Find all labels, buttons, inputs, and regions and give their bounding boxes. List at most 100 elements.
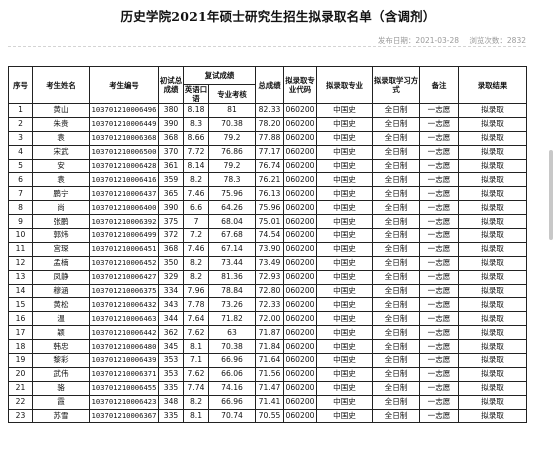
row-initial-score: 329 <box>158 269 184 285</box>
row-english-oral: 7.72 <box>183 144 209 160</box>
row-result: 拟录取 <box>458 408 528 424</box>
row-study-mode: 全日制 <box>372 172 421 188</box>
row-seq: 4 <box>8 144 33 160</box>
row-major-exam: 66.06 <box>207 366 257 382</box>
table-row: 5 安 103701210006428 361 8.14 79.2 76.74 060200 中… <box>8 158 528 174</box>
row-major: 中国史 <box>316 158 374 174</box>
row-study-mode: 全日制 <box>372 255 421 271</box>
row-total: 71.56 <box>255 366 285 382</box>
row-name: 黎彩 <box>32 353 90 368</box>
row-name: 袁 <box>32 172 90 188</box>
row-english-oral: 8.2 <box>183 269 209 285</box>
row-major: 中国史 <box>316 408 374 424</box>
row-seq: 2 <box>8 116 33 132</box>
row-name: 骆 <box>32 380 90 396</box>
row-english-oral: 7 <box>183 214 209 230</box>
row-name: 孟楠 <box>32 255 90 271</box>
row-major-code: 060200 <box>283 283 318 299</box>
row-english-oral: 8.2 <box>183 394 209 410</box>
row-name: 宫琛 <box>32 241 90 257</box>
row-remark: 一志愿 <box>419 200 460 216</box>
row-result: 拟录取 <box>458 186 528 202</box>
row-exam-no: 103701210006442 <box>89 325 159 341</box>
row-result: 拟录取 <box>458 214 528 230</box>
row-english-oral: 8.1 <box>183 408 209 424</box>
row-english-oral: 8.66 <box>183 130 209 146</box>
row-exam-no: 103701210006480 <box>89 339 159 355</box>
row-seq: 5 <box>8 158 33 174</box>
row-exam-no: 103701210006368 <box>89 130 159 146</box>
table-row: 16 温 103701210006463 344 7.64 71.82 72.00 06020… <box>8 311 528 327</box>
row-study-mode: 全日制 <box>372 297 421 313</box>
row-seq: 12 <box>8 255 33 271</box>
row-exam-no: 103701210006496 <box>89 103 159 118</box>
row-major: 中国史 <box>316 394 374 410</box>
row-initial-score: 345 <box>158 339 184 355</box>
table-row: 15 黄松 103701210006432 343 7.78 73.26 72.33 0602… <box>8 297 528 313</box>
row-major-code: 060200 <box>283 200 318 216</box>
row-study-mode: 全日制 <box>372 325 421 341</box>
table-row: 12 孟楠 103701210006452 350 8.2 73.44 73.49 06020… <box>8 255 528 271</box>
row-major-exam: 78.84 <box>207 283 257 299</box>
row-study-mode: 全日制 <box>372 116 421 132</box>
page-title: 历史学院2021年硕士研究生招生拟录取名单（含调剂） <box>120 9 436 24</box>
row-exam-no: 103701210006452 <box>89 255 159 271</box>
header-english-oral: 英语口语 <box>183 84 209 104</box>
admission-table: 序号 考生姓名 考生编号 初试总成绩 复试成绩 总成绩 拟录取专业代码 拟录取专… <box>8 66 528 424</box>
row-total: 76.13 <box>255 186 285 202</box>
row-english-oral: 7.62 <box>183 366 209 382</box>
row-remark: 一志愿 <box>419 172 460 188</box>
row-name: 黄松 <box>32 297 90 313</box>
row-major-exam: 70.74 <box>207 408 257 424</box>
row-exam-no: 103701210006463 <box>89 311 159 327</box>
row-name: 苏雪 <box>32 408 90 424</box>
row-seq: 18 <box>8 339 33 355</box>
row-english-oral: 8.1 <box>183 339 209 355</box>
table-row: 11 宫琛 103701210006451 368 7.46 67.14 73.90 0602… <box>8 241 528 257</box>
row-english-oral: 8.18 <box>183 103 209 118</box>
row-result: 拟录取 <box>458 144 528 160</box>
row-major-code: 060200 <box>283 394 318 410</box>
row-english-oral: 7.74 <box>183 380 209 396</box>
row-major-code: 060200 <box>283 366 318 382</box>
row-major: 中国史 <box>316 366 374 382</box>
row-seq: 15 <box>8 297 33 313</box>
row-seq: 10 <box>8 228 33 243</box>
row-study-mode: 全日制 <box>372 144 421 160</box>
row-exam-no: 103701210006375 <box>89 283 159 299</box>
table-row: 14 穆涵 103701210006375 334 7.96 78.84 72.80 0602… <box>8 283 528 299</box>
header-seq: 序号 <box>8 66 33 104</box>
row-major-exam: 66.96 <box>207 353 257 368</box>
row-seq: 17 <box>8 325 33 341</box>
scrollbar-thumb[interactable] <box>549 150 553 240</box>
row-study-mode: 全日制 <box>372 339 421 355</box>
row-name: 温 <box>32 311 90 327</box>
row-study-mode: 全日制 <box>372 269 421 285</box>
row-english-oral: 7.96 <box>183 283 209 299</box>
row-major-exam: 67.68 <box>207 228 257 243</box>
row-total: 76.21 <box>255 172 285 188</box>
row-initial-score: 353 <box>158 366 184 382</box>
row-major-exam: 75.96 <box>207 186 257 202</box>
table-body: 1 黄山 103701210006496 380 8.18 81 82.33 060200 中国… <box>8 103 528 424</box>
header-exam-no: 考生编号 <box>89 66 159 104</box>
row-result: 拟录取 <box>458 283 528 299</box>
header-study-mode: 拟录取学习方式 <box>372 66 421 104</box>
row-exam-no: 103701210006437 <box>89 186 159 202</box>
row-english-oral: 7.2 <box>183 228 209 243</box>
row-english-oral: 8.2 <box>183 255 209 271</box>
row-exam-no: 103701210006499 <box>89 228 159 243</box>
row-major: 中国史 <box>316 116 374 132</box>
row-name: 安 <box>32 158 90 174</box>
row-name: 黄山 <box>32 103 90 118</box>
row-total: 72.93 <box>255 269 285 285</box>
row-initial-score: 362 <box>158 325 184 341</box>
header-result: 录取结果 <box>458 66 528 104</box>
row-total: 71.41 <box>255 394 285 410</box>
row-total: 73.49 <box>255 255 285 271</box>
row-major-code: 060200 <box>283 130 318 146</box>
row-study-mode: 全日制 <box>372 366 421 382</box>
row-result: 拟录取 <box>458 366 528 382</box>
table-row: 17 颖 103701210006442 362 7.62 63 71.87 060200 中国… <box>8 325 528 341</box>
row-major-code: 060200 <box>283 172 318 188</box>
